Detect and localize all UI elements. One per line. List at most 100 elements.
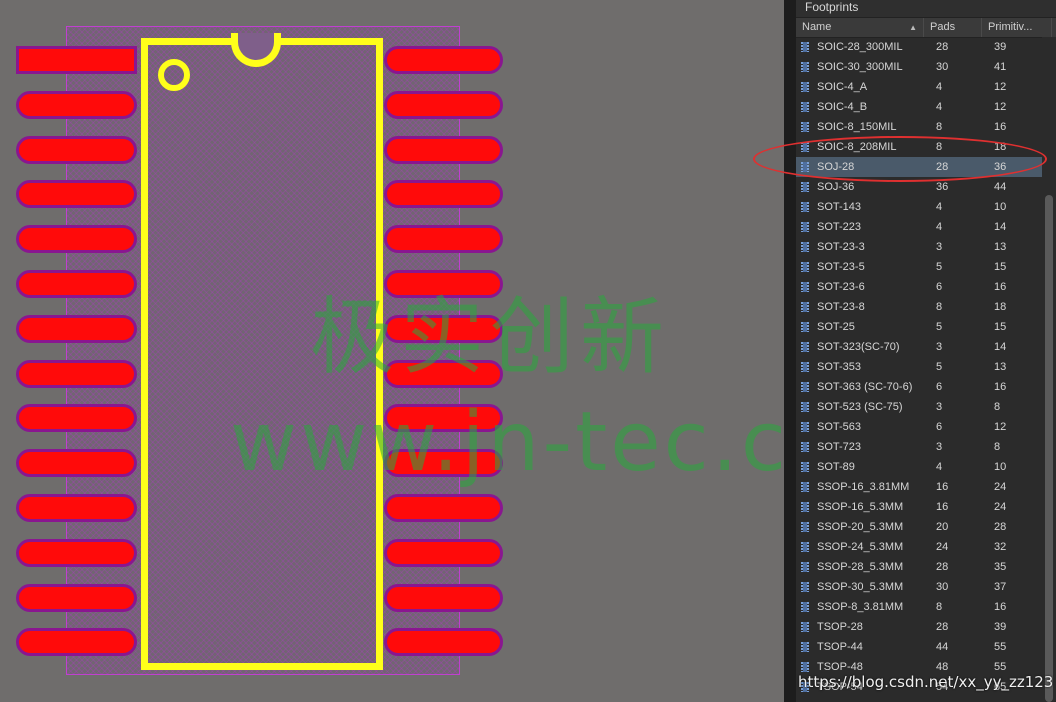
footprint-row[interactable]: SOIC-30_300MIL 30 41 xyxy=(796,57,1042,77)
row-name: SOT-363 (SC-70-6) xyxy=(817,381,913,393)
row-primitives: 41 xyxy=(994,61,1007,73)
row-primitives: 10 xyxy=(994,461,1007,473)
row-pads: 28 xyxy=(936,561,949,573)
column-header-name[interactable]: Name ▲ xyxy=(796,18,924,37)
pad xyxy=(384,314,503,343)
footprint-row[interactable]: SOT-723 3 8 xyxy=(796,437,1042,457)
footprint-row[interactable]: TSOP-44 44 55 xyxy=(796,637,1042,657)
footprint-row[interactable]: SSOP-16_3.81MM 16 24 xyxy=(796,477,1042,497)
row-pads: 6 xyxy=(936,381,943,393)
footprint-row[interactable]: SSOP-28_5.3MM 28 35 xyxy=(796,557,1042,577)
footprint-row[interactable]: SOT-89 4 10 xyxy=(796,457,1042,477)
column-header-primitives[interactable]: Primitiv... xyxy=(982,18,1052,37)
footprint-row[interactable]: SOT-23-6 6 16 xyxy=(796,277,1042,297)
footprint-row[interactable]: SOIC-28_300MIL 28 39 xyxy=(796,37,1042,57)
footprint-icon xyxy=(801,422,810,432)
row-primitives: 16 xyxy=(994,121,1007,133)
row-name: SSOP-30_5.3MM xyxy=(817,581,904,593)
footprint-row[interactable]: SOIC-8_150MIL 8 16 xyxy=(796,117,1042,137)
footprint-row[interactable]: SOT-143 4 10 xyxy=(796,197,1042,217)
row-pads: 16 xyxy=(936,481,949,493)
pcb-canvas[interactable]: 极实创新 www.jn-tec.cn xyxy=(0,0,784,702)
row-pads: 28 xyxy=(936,621,949,633)
footprint-row[interactable]: SOT-563 6 12 xyxy=(796,417,1042,437)
footprint-icon xyxy=(801,482,810,492)
pad xyxy=(384,135,503,164)
footprint-row[interactable]: SOT-323(SC-70) 3 14 xyxy=(796,337,1042,357)
footprint-row[interactable]: SOJ-36 36 44 xyxy=(796,177,1042,197)
list-scrollbar[interactable] xyxy=(1042,37,1056,702)
footprint-row[interactable]: SOT-223 4 14 xyxy=(796,217,1042,237)
row-primitives: 18 xyxy=(994,301,1007,313)
footprint-row[interactable]: SOT-363 (SC-70-6) 6 16 xyxy=(796,377,1042,397)
footprint-icon xyxy=(801,122,810,132)
row-pads: 4 xyxy=(936,201,943,213)
footprint-row[interactable]: SOIC-4_B 4 12 xyxy=(796,97,1042,117)
pad xyxy=(16,583,137,612)
row-primitives: 8 xyxy=(994,401,1001,413)
footprint-icon xyxy=(801,362,810,372)
row-primitives: 15 xyxy=(994,261,1007,273)
row-pads: 4 xyxy=(936,81,943,93)
pad xyxy=(16,449,137,478)
scrollbar-thumb[interactable] xyxy=(1045,195,1053,702)
footprint-icon xyxy=(801,582,810,592)
row-primitives: 12 xyxy=(994,81,1007,93)
footprint-icon xyxy=(801,142,810,152)
row-pads: 8 xyxy=(936,121,943,133)
column-header-name-label: Name xyxy=(802,21,832,33)
footprint-icon xyxy=(801,162,810,172)
footprint-icon xyxy=(801,182,810,192)
row-primitives: 36 xyxy=(994,161,1007,173)
footprint-icon xyxy=(801,502,810,512)
footprint-row[interactable]: SOT-353 5 13 xyxy=(796,357,1042,377)
row-primitives: 14 xyxy=(994,221,1007,233)
pin1-marker xyxy=(158,59,190,91)
footprint-row[interactable]: TSOP-28 28 39 xyxy=(796,617,1042,637)
row-name: SSOP-8_3.81MM xyxy=(817,601,904,613)
pad-pin1 xyxy=(16,46,137,74)
row-name: SSOP-20_5.3MM xyxy=(817,521,904,533)
list-header: Name ▲ Pads Primitiv... xyxy=(796,18,1056,38)
row-name: SOIC-8_208MIL xyxy=(817,141,897,153)
footprint-icon xyxy=(801,82,810,92)
footprint-row[interactable]: SOT-23-5 5 15 xyxy=(796,257,1042,277)
footprint-icon xyxy=(801,42,810,52)
footprint-row[interactable]: SOT-23-8 8 18 xyxy=(796,297,1042,317)
row-name: SOT-23-6 xyxy=(817,281,865,293)
row-name: SSOP-28_5.3MM xyxy=(817,561,904,573)
footprint-row[interactable]: SOJ-28 28 36 xyxy=(796,157,1042,177)
row-pads: 44 xyxy=(936,641,949,653)
row-name: SOT-523 (SC-75) xyxy=(817,401,903,413)
row-pads: 6 xyxy=(936,421,943,433)
footprint-row[interactable]: SSOP-8_3.81MM 8 16 xyxy=(796,597,1042,617)
pad xyxy=(16,494,137,522)
footprint-row[interactable]: SOT-25 5 15 xyxy=(796,317,1042,337)
row-name: SOT-723 xyxy=(817,441,862,453)
footprint-icon xyxy=(801,202,810,212)
pad xyxy=(384,90,503,119)
row-name: SOT-323(SC-70) xyxy=(817,341,900,353)
footprint-row[interactable]: SOT-23-3 3 13 xyxy=(796,237,1042,257)
row-name: SOJ-28 xyxy=(817,161,855,173)
row-pads: 3 xyxy=(936,401,943,413)
pad xyxy=(16,180,137,209)
footprint-row[interactable]: SOIC-4_A 4 12 xyxy=(796,77,1042,97)
footprint-row[interactable]: SSOP-24_5.3MM 24 32 xyxy=(796,537,1042,557)
row-pads: 4 xyxy=(936,101,943,113)
row-name: SOIC-4_B xyxy=(817,101,868,113)
row-pads: 36 xyxy=(936,181,949,193)
footprint-icon xyxy=(801,442,810,452)
row-pads: 8 xyxy=(936,601,943,613)
footprint-row[interactable]: SOIC-8_208MIL 8 18 xyxy=(796,137,1042,157)
footprint-row[interactable]: SSOP-30_5.3MM 30 37 xyxy=(796,577,1042,597)
row-pads: 6 xyxy=(936,281,943,293)
footprint-row[interactable]: SSOP-16_5.3MM 16 24 xyxy=(796,497,1042,517)
column-header-pads[interactable]: Pads xyxy=(924,18,982,37)
row-primitives: 32 xyxy=(994,541,1007,553)
pad xyxy=(384,46,503,74)
footprint-row[interactable]: SOT-523 (SC-75) 3 8 xyxy=(796,397,1042,417)
row-name: SOIC-8_150MIL xyxy=(817,121,897,133)
footprint-row[interactable]: SSOP-20_5.3MM 20 28 xyxy=(796,517,1042,537)
row-name: SOIC-4_A xyxy=(817,81,868,93)
